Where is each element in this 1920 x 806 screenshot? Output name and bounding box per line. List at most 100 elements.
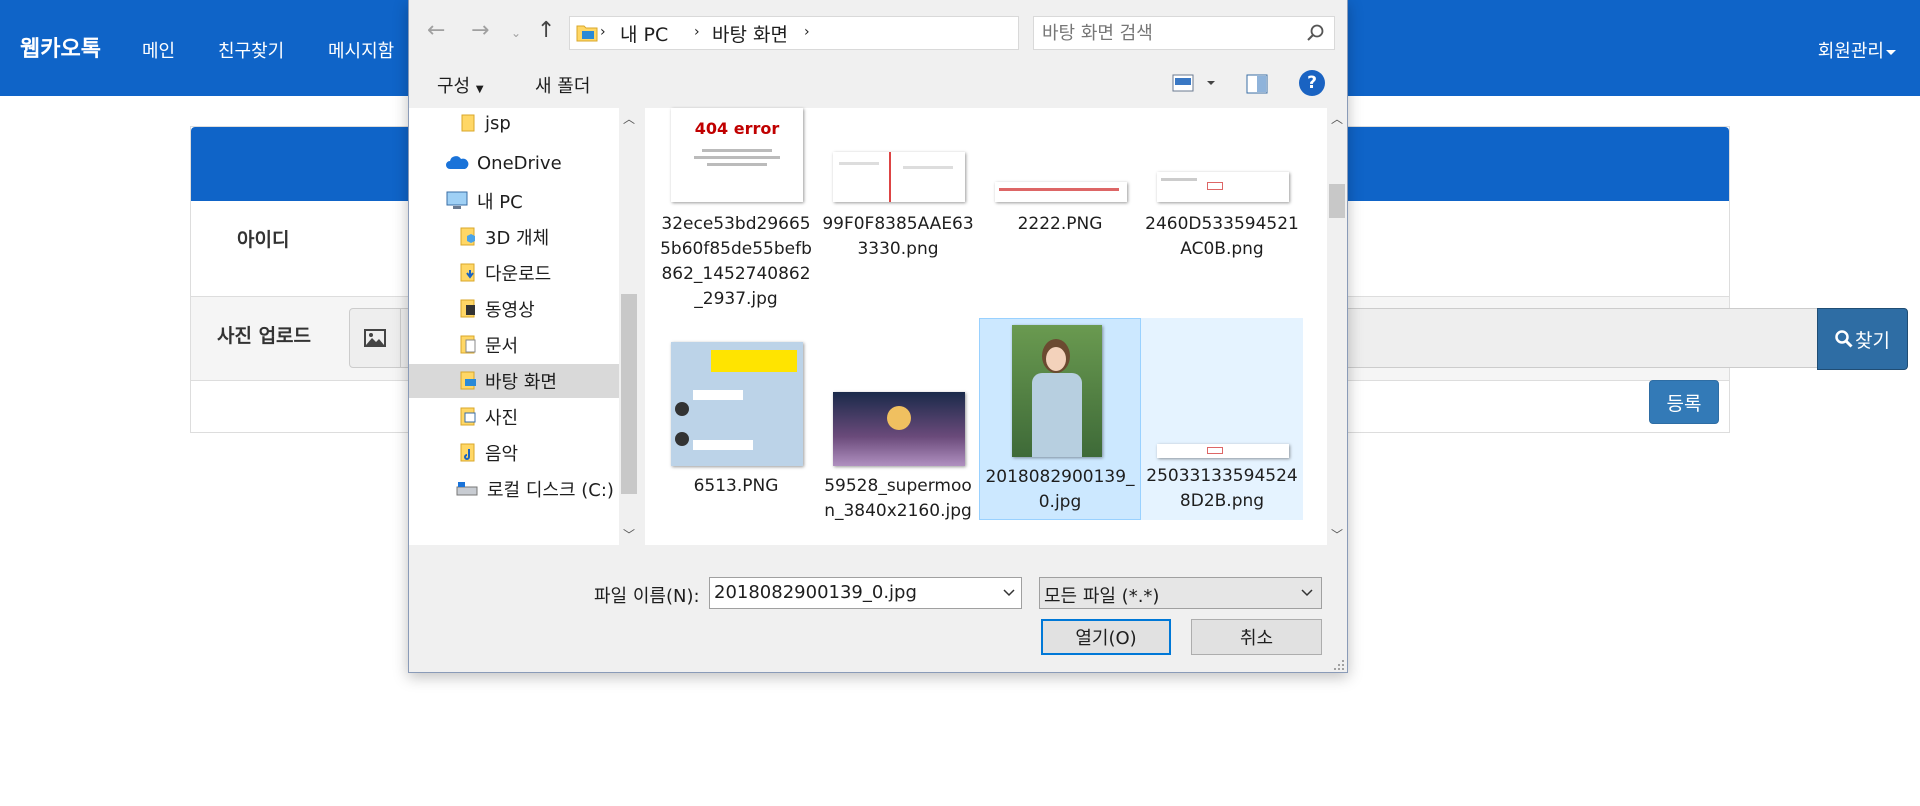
file-item-selected[interactable]: 2018082900139_0.jpg [979, 318, 1141, 520]
file-item[interactable]: 2460D533594521AC0B.png [1141, 108, 1303, 308]
folder-3d-icon [460, 227, 475, 246]
nav-item-label: 바탕 화면 [485, 372, 557, 393]
back-arrow-icon[interactable]: ← [427, 18, 445, 43]
file-name: 32ece53bd296655b60f85de55befb862_1452740… [660, 214, 812, 309]
recent-locations-chevron-icon[interactable]: ⌄ [511, 26, 521, 40]
downloads-icon [460, 263, 475, 282]
file-thumbnail-icon [671, 342, 803, 466]
nav-item-label: 문서 [485, 336, 519, 357]
file-type-value: 모든 파일 (*.*) [1044, 586, 1160, 607]
desktop-folder-icon [576, 25, 598, 42]
scroll-up-icon[interactable]: ︿ [621, 110, 637, 126]
scroll-down-icon[interactable]: ﹀ [1329, 526, 1345, 542]
nav-item-3d-objects[interactable]: 3D 개체 [459, 220, 609, 254]
file-name: 6513.PNG [693, 476, 779, 496]
scrollbar-thumb[interactable] [1329, 184, 1345, 218]
new-folder-button[interactable]: 새 폴더 [535, 72, 590, 98]
nav-item-label: 음악 [485, 444, 519, 465]
onedrive-icon [446, 156, 469, 169]
file-item[interactable]: 404 error 32ece53bd296655b60f85de55befb8… [655, 108, 817, 318]
file-name-value: 2018082900139_0.jpg [714, 582, 917, 603]
view-options-icon [1172, 74, 1215, 92]
file-thumbnail-icon [995, 182, 1127, 202]
nav-item-local-disk[interactable]: 로컬 디스크 (C:) [455, 472, 615, 506]
file-list-scrollbar[interactable]: ︿ ﹀ [1327, 108, 1347, 545]
nav-item-jsp[interactable]: jsp [459, 106, 609, 140]
file-item[interactable]: 2222.PNG [979, 108, 1141, 308]
preview-pane-button[interactable] [1245, 72, 1269, 96]
file-item[interactable]: 6513.PNG [655, 318, 817, 518]
file-thumbnail-icon: 404 error [671, 108, 803, 202]
nav-item-documents[interactable]: 문서 [459, 328, 609, 362]
file-item[interactable]: 250331335945248D2B.png [1141, 318, 1303, 520]
file-name: 99F0F8385AAE633330.png [822, 214, 974, 259]
file-thumbnail-icon [833, 392, 965, 466]
nav-item-pictures[interactable]: 사진 [459, 400, 609, 434]
user-menu-label: 회원관리 [1817, 41, 1884, 62]
search-box[interactable] [1033, 16, 1335, 50]
file-name-input[interactable]: 2018082900139_0.jpg [709, 577, 1022, 609]
file-item[interactable]: 99F0F8385AAE633330.png [817, 108, 979, 308]
scrollbar-thumb[interactable] [621, 294, 637, 494]
id-label: 아이디 [237, 229, 290, 251]
videos-icon [460, 299, 475, 318]
breadcrumb-separator-icon: › [804, 24, 810, 40]
navigation-scrollbar[interactable]: ︿ ﹀ [619, 108, 639, 545]
nav-item-label: 사진 [485, 408, 519, 429]
file-name: 250331335945248D2B.png [1146, 466, 1298, 511]
nav-link-main[interactable]: 메인 [142, 37, 175, 63]
photo-upload-label: 사진 업로드 [217, 325, 312, 347]
music-icon [460, 443, 475, 462]
picture-icon [364, 329, 386, 347]
open-button[interactable]: 열기(O) [1041, 619, 1171, 655]
chevron-down-icon [1295, 578, 1319, 608]
file-item[interactable]: 59528_supermoon_3840x2160.jpg [817, 318, 979, 521]
nav-item-this-pc[interactable]: 내 PC [445, 184, 615, 218]
change-view-button[interactable] [1171, 72, 1221, 96]
organize-menu[interactable]: 구성 ▼ [437, 72, 484, 98]
nav-link-find-friends[interactable]: 친구찾기 [218, 37, 284, 63]
address-row: ← → ⌄ ↑ › 내 PC › 바탕 화면 › ∨ ↻ [409, 0, 1347, 66]
scroll-down-icon[interactable]: ﹀ [621, 526, 637, 542]
cancel-button[interactable]: 취소 [1191, 619, 1322, 655]
nav-item-desktop[interactable]: 바탕 화면 [409, 364, 619, 398]
address-bar[interactable]: › 내 PC › 바탕 화면 › ∨ ↻ [569, 16, 1172, 50]
nav-item-label: 로컬 디스크 (C:) [487, 480, 614, 501]
file-type-filter[interactable]: 모든 파일 (*.*) [1039, 577, 1322, 609]
breadcrumb-separator-icon: › [694, 24, 700, 40]
folder-icon [461, 114, 475, 132]
find-file-button[interactable]: 찾기 [1817, 308, 1908, 370]
organize-label: 구성 [437, 76, 471, 97]
dialog-footer: 파일 이름(N): 2018082900139_0.jpg 모든 파일 (*.*… [409, 545, 1347, 673]
find-button-label: 찾기 [1855, 329, 1890, 352]
file-thumbnail-icon [833, 152, 965, 202]
forward-arrow-icon[interactable]: → [471, 18, 489, 43]
search-icon [1307, 24, 1324, 41]
chevron-down-icon[interactable] [997, 578, 1021, 608]
help-button[interactable]: ? [1299, 70, 1325, 96]
up-arrow-icon[interactable]: ↑ [537, 18, 555, 43]
search-input[interactable] [1042, 22, 1292, 44]
breadcrumb-this-pc[interactable]: 내 PC [620, 20, 668, 47]
scroll-up-icon[interactable]: ︿ [1329, 110, 1345, 126]
file-name-label: 파일 이름(N): [594, 586, 700, 607]
breadcrumb-desktop[interactable]: 바탕 화면 [712, 20, 788, 47]
nav-item-onedrive[interactable]: OneDrive [445, 146, 615, 180]
search-icon [1835, 330, 1853, 348]
nav-item-music[interactable]: 음악 [459, 436, 609, 470]
resize-grip-icon[interactable] [1333, 659, 1345, 671]
nav-item-label: 다운로드 [485, 264, 552, 285]
nav-item-videos[interactable]: 동영상 [459, 292, 609, 326]
nav-item-downloads[interactable]: 다운로드 [459, 256, 609, 290]
brand-logo[interactable]: 웹카오톡 [20, 31, 101, 63]
register-button[interactable]: 등록 [1649, 380, 1719, 424]
nav-item-label: 3D 개체 [485, 228, 550, 249]
breadcrumb-separator-icon: › [600, 24, 606, 40]
user-menu-dropdown[interactable]: 회원관리 [1818, 37, 1896, 63]
file-open-dialog: ← → ⌄ ↑ › 내 PC › 바탕 화면 › ∨ ↻ 구성 ▼ 새 폴더 [408, 0, 1348, 673]
file-thumbnail-icon [1012, 325, 1102, 457]
nav-link-messages[interactable]: 메시지함 [328, 37, 394, 63]
thumbnail-text: 404 error [694, 119, 780, 138]
nav-item-label: jsp [485, 112, 511, 134]
nav-item-label: OneDrive [477, 152, 562, 174]
